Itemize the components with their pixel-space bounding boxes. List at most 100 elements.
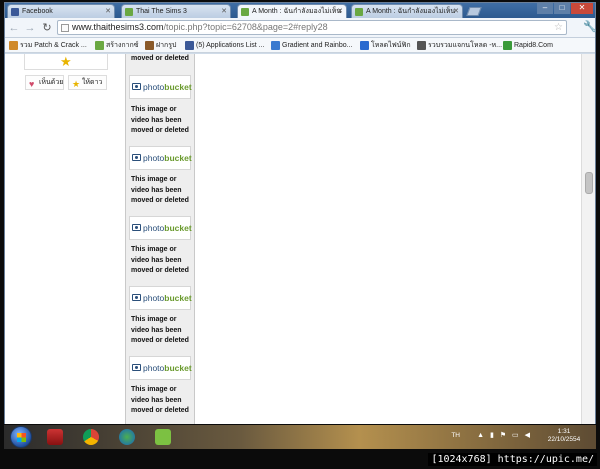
scrollbar-thumb[interactable] [585,172,593,194]
close-tab-icon[interactable]: ✕ [105,5,111,18]
camera-icon [132,154,141,161]
watermark: [1024x768] https://upic.me/ [428,453,597,466]
photobucket-logo: photobucket [129,216,192,240]
back-icon[interactable]: ← [7,21,21,35]
facebook-icon [11,8,19,16]
message-line: moved or deleted [131,197,189,204]
tab-a-month[interactable]: A Month : ฉันกำลังมองไม่เห็น ✕ [351,4,463,18]
language-indicator[interactable]: TH [451,432,460,439]
wrench-icon[interactable]: 🔧 [583,20,597,33]
close-tab-icon[interactable]: ✕ [221,5,227,18]
screenshot-frame: Facebook ✕ Thai The Sims 3 ✕ A Month : ฉ… [0,0,600,469]
photobucket-logo: photobucket [129,75,192,99]
start-button[interactable] [10,426,32,448]
bookmark-item[interactable]: สร้างกากซ์ [95,40,139,51]
bookmark-favicon-icon [9,41,18,50]
taskbar-app[interactable] [40,427,68,447]
bookmark-item[interactable]: ฝากรูป [145,40,176,51]
network-app-icon [119,429,135,445]
camera-icon [132,294,141,301]
like-button[interactable]: ♥ เห็นด้วย [25,75,64,90]
logo-text: photo [143,363,165,373]
photobucket-message: This image or video has been moved or de… [131,175,197,207]
message-line: moved or deleted [131,407,189,414]
message-line: video has been [131,396,182,404]
forward-icon[interactable]: → [23,21,37,35]
message-line: This image or [131,246,177,253]
address-bar[interactable]: www.thaithesims3.com/topic.php?topic=627… [57,20,567,35]
message-line: This image or [131,176,177,183]
message-line: video has been [131,116,182,124]
download-manager-icon [47,429,63,445]
sims-icon [125,8,133,16]
window-controls: – □ ✕ [536,3,593,15]
bookmark-item[interactable]: Rapid8.Com [503,40,553,51]
tab-facebook[interactable]: Facebook ✕ [7,4,115,18]
logo-text: photo [143,153,165,163]
give-star-button[interactable]: ★ ให้ดาว [68,75,107,90]
address-path: /topic.php?topic=62708&page=2#reply28 [163,22,328,32]
bookmark-item[interactable]: โหลดไฟน์ฟิก [360,40,411,51]
logo-text: bucket [164,363,192,373]
photobucket-message: This image or video has been moved or de… [131,385,197,417]
give-star-label: ให้ดาว [82,79,103,86]
sims-icon [355,8,363,16]
like-label: เห็นด้วย [39,79,64,86]
photobucket-logo: photobucket [129,356,192,380]
bookmark-favicon-icon [503,41,512,50]
photobucket-logo: photobucket [129,286,192,310]
tab-thai-the-sims[interactable]: Thai The Sims 3 ✕ [121,4,231,18]
bookmark-star-icon[interactable]: ☆ [554,21,563,34]
tab-strip: Facebook ✕ Thai The Sims 3 ✕ A Month : ฉ… [5,3,595,18]
message-line: moved or deleted [131,55,189,62]
reload-icon[interactable]: ↻ [40,21,54,35]
tray-icons[interactable]: ▲ ▮ ⚑ ▭ ◀ [477,431,532,439]
post-images-column: This image or video has been moved or de… [125,54,195,424]
bookmark-favicon-icon [95,41,104,50]
message-line: video has been [131,186,182,194]
close-tab-icon[interactable]: ✕ [453,5,459,18]
close-tab-icon[interactable]: ✕ [337,5,343,18]
tab-a-month-active[interactable]: A Month : ฉันกำลังมองไม่เห็น ✕ [237,4,347,18]
bookmark-label: สร้างกากซ์ [106,42,139,49]
navigation-toolbar: ← → ↻ www.thaithesims3.com/topic.php?top… [5,18,597,38]
camera-icon [132,364,141,371]
photobucket-message: This image or video has been moved or de… [131,245,197,277]
bookmark-item[interactable]: รวม Patch & Crack ... [9,40,87,51]
bookmark-favicon-icon [417,41,426,50]
taskbar-app[interactable] [148,427,176,447]
bookmark-item[interactable]: Gradient and Rainbo... [271,40,352,51]
address-host: www.thaithesims3.com [72,22,164,32]
new-tab-button[interactable] [466,7,482,16]
browser-window: Facebook ✕ Thai The Sims 3 ✕ A Month : ฉ… [4,2,597,424]
photobucket-message: This image or video has been moved or de… [131,315,197,347]
clock[interactable]: 1:31 22/10/2554 [544,428,584,444]
maximize-icon[interactable]: □ [554,3,570,14]
taskbar-app[interactable] [76,427,104,447]
bookmark-item[interactable]: (5) Applications List ... [185,40,264,51]
bookmark-favicon-icon [185,41,194,50]
message-line: This image or [131,316,177,323]
vertical-scrollbar[interactable] [581,54,595,424]
user-info-column: ★ ♥ เห็นด้วย ★ ให้ดาว [23,54,113,424]
clock-time: 1:31 [557,428,571,435]
bookmark-label: Rapid8.Com [514,42,553,49]
message-line: This image or [131,386,177,393]
rank-star-icon: ★ [60,54,72,69]
bookmark-label: รวม Patch & Crack ... [20,42,87,49]
logo-text: photo [143,223,165,233]
bookmark-label: โหลดไฟน์ฟิก [371,42,411,49]
sims-launcher-icon [155,429,171,445]
logo-text: bucket [164,293,192,303]
bookmark-favicon-icon [360,41,369,50]
page-content: ★ ♥ เห็นด้วย ★ ให้ดาว This image or vide… [5,54,595,424]
close-window-icon[interactable]: ✕ [571,3,593,14]
message-line: video has been [131,256,182,264]
bookmark-item[interactable]: รวบรวมแจกนโหลด -ห... [417,40,502,51]
taskbar-app[interactable] [112,427,140,447]
bookmark-favicon-icon [145,41,154,50]
windows-taskbar: TH ▲ ▮ ⚑ ▭ ◀ 1:31 22/10/2554 [4,425,596,449]
minimize-icon[interactable]: – [537,3,553,14]
sims-icon [241,8,249,16]
logo-text: photo [143,293,165,303]
